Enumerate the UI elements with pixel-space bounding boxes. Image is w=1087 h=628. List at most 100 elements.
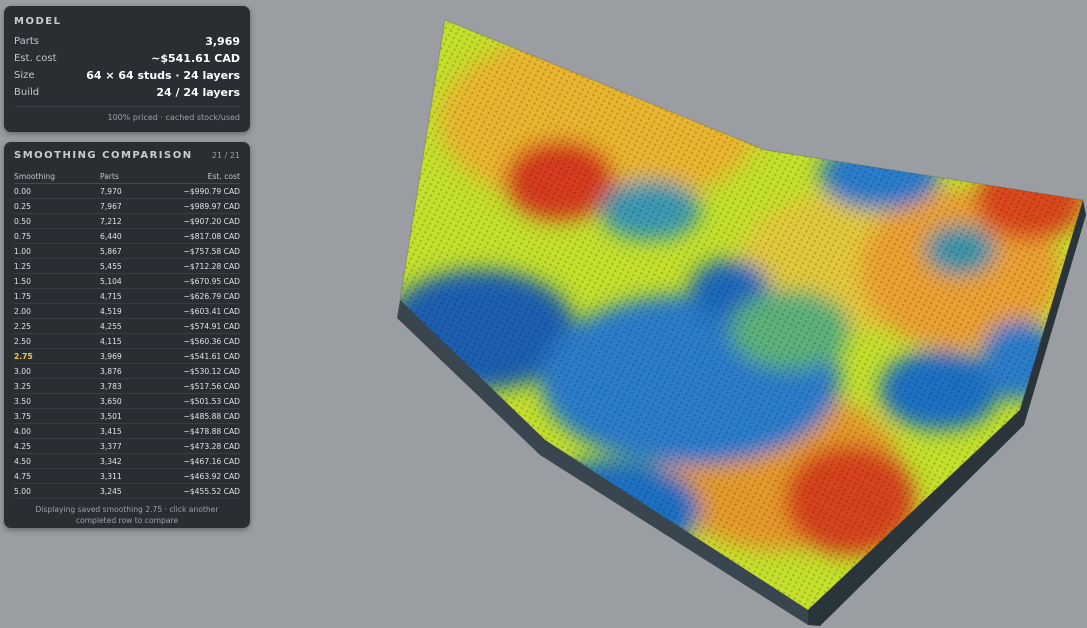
- cost-cell: ~$603.41 CAD: [170, 303, 240, 319]
- cost-cell: ~$989.97 CAD: [170, 198, 240, 214]
- stat-row-parts: Parts 3,969: [14, 33, 240, 50]
- parts-cell: 3,342: [100, 453, 170, 469]
- table-row[interactable]: 4.75 3,311 ~$463.92 CAD: [14, 468, 240, 484]
- table-row[interactable]: 4.25 3,377 ~$473.28 CAD: [14, 438, 240, 454]
- table-row[interactable]: 1.75 4,715 ~$626.79 CAD: [14, 288, 240, 304]
- parts-cell: 4,519: [100, 303, 170, 319]
- table-row[interactable]: 3.75 3,501 ~$485.88 CAD: [14, 408, 240, 424]
- cost-cell: ~$990.79 CAD: [170, 183, 240, 199]
- cost-cell: ~$757.58 CAD: [170, 243, 240, 259]
- stat-label: Parts: [14, 36, 39, 47]
- cost-cell: ~$517.56 CAD: [170, 378, 240, 394]
- parts-cell: 4,115: [100, 333, 170, 349]
- smoothing-cell: 2.75: [14, 348, 100, 364]
- parts-cell: 3,245: [100, 483, 170, 499]
- stat-value: 3,969: [205, 35, 240, 48]
- cost-cell: ~$541.61 CAD: [170, 348, 240, 364]
- table-row[interactable]: 2.00 4,519 ~$603.41 CAD: [14, 303, 240, 319]
- column-header-smoothing: Smoothing: [14, 170, 100, 184]
- parts-cell: 5,867: [100, 243, 170, 259]
- divider: [14, 106, 240, 107]
- smoothing-cell: 3.50: [14, 393, 100, 409]
- cost-cell: ~$455.52 CAD: [170, 483, 240, 499]
- smoothing-cell: 4.50: [14, 453, 100, 469]
- smoothing-cell: 4.75: [14, 468, 100, 484]
- parts-cell: 7,970: [100, 183, 170, 199]
- smoothing-cell: 5.00: [14, 483, 100, 499]
- parts-cell: 3,650: [100, 393, 170, 409]
- stat-row-cost: Est. cost ~$541.61 CAD: [14, 50, 240, 67]
- table-row[interactable]: 1.50 5,104 ~$670.95 CAD: [14, 273, 240, 289]
- smoothing-cell: 1.75: [14, 288, 100, 304]
- table-row[interactable]: 2.75 3,969 ~$541.61 CAD: [14, 348, 240, 364]
- smoothing-header: SMOOTHING COMPARISON 21 / 21: [14, 150, 240, 161]
- table-row[interactable]: 4.50 3,342 ~$467.16 CAD: [14, 453, 240, 469]
- smoothing-cell: 0.00: [14, 183, 100, 199]
- cost-cell: ~$712.28 CAD: [170, 258, 240, 274]
- pricing-note: 100% priced · cached stock/used: [107, 113, 240, 122]
- model-panel: MODEL Parts 3,969 Est. cost ~$541.61 CAD…: [4, 6, 250, 132]
- smoothing-comparison-panel: SMOOTHING COMPARISON 21 / 21 Smoothing P…: [4, 142, 250, 528]
- table-header-row: Smoothing Parts Est. cost: [14, 170, 240, 184]
- parts-cell: 4,715: [100, 288, 170, 304]
- table-row[interactable]: 2.50 4,115 ~$560.36 CAD: [14, 333, 240, 349]
- cost-cell: ~$560.36 CAD: [170, 333, 240, 349]
- smoothing-cell: 3.75: [14, 408, 100, 424]
- smoothing-panel-title: SMOOTHING COMPARISON: [14, 150, 193, 161]
- smoothing-cell: 0.25: [14, 198, 100, 214]
- table-row[interactable]: 3.00 3,876 ~$530.12 CAD: [14, 363, 240, 379]
- terrain-model[interactable]: [260, 0, 1087, 628]
- parts-cell: 5,455: [100, 258, 170, 274]
- column-header-cost: Est. cost: [170, 170, 240, 184]
- stat-value: ~$541.61 CAD: [151, 52, 240, 65]
- parts-cell: 4,255: [100, 318, 170, 334]
- parts-cell: 7,212: [100, 213, 170, 229]
- table-row[interactable]: 1.25 5,455 ~$712.28 CAD: [14, 258, 240, 274]
- stat-row-size: Size 64 × 64 studs · 24 layers: [14, 67, 240, 84]
- table-row[interactable]: 3.25 3,783 ~$517.56 CAD: [14, 378, 240, 394]
- table-row[interactable]: 0.75 6,440 ~$817.08 CAD: [14, 228, 240, 244]
- smoothing-footer-note: Displaying saved smoothing 2.75 · click …: [35, 505, 219, 525]
- parts-cell: 3,415: [100, 423, 170, 439]
- smoothing-cell: 3.25: [14, 378, 100, 394]
- table-row[interactable]: 1.00 5,867 ~$757.58 CAD: [14, 243, 240, 259]
- table-row[interactable]: 2.25 4,255 ~$574.91 CAD: [14, 318, 240, 334]
- stat-row-build: Build 24 / 24 layers: [14, 84, 240, 101]
- cost-cell: ~$530.12 CAD: [170, 363, 240, 379]
- smoothing-table-body: 0.00 7,970 ~$990.79 CAD 0.25 7,967 ~$989.97 C…: [14, 183, 240, 499]
- cost-cell: ~$485.88 CAD: [170, 408, 240, 424]
- model-panel-title: MODEL: [14, 16, 62, 27]
- completed-count: 21 / 21: [211, 151, 240, 160]
- parts-cell: 3,783: [100, 378, 170, 394]
- smoothing-table: Smoothing Parts Est. cost 0.00 7,970 ~$990…: [14, 170, 240, 499]
- parts-cell: 5,104: [100, 273, 170, 289]
- smoothing-cell: 4.00: [14, 423, 100, 439]
- parts-cell: 3,501: [100, 408, 170, 424]
- table-row[interactable]: 0.25 7,967 ~$989.97 CAD: [14, 198, 240, 214]
- model-stats: Parts 3,969 Est. cost ~$541.61 CAD Size …: [14, 33, 240, 101]
- parts-cell: 7,967: [100, 198, 170, 214]
- terrain-viewport[interactable]: [260, 0, 1087, 628]
- stat-label: Est. cost: [14, 53, 57, 64]
- cost-cell: ~$478.88 CAD: [170, 423, 240, 439]
- table-row[interactable]: 0.50 7,212 ~$907.20 CAD: [14, 213, 240, 229]
- parts-cell: 3,311: [100, 468, 170, 484]
- table-row[interactable]: 0.00 7,970 ~$990.79 CAD: [14, 183, 240, 199]
- cost-cell: ~$467.16 CAD: [170, 453, 240, 469]
- parts-cell: 3,377: [100, 438, 170, 454]
- stat-label: Size: [14, 70, 35, 81]
- parts-cell: 6,440: [100, 228, 170, 244]
- parts-cell: 3,969: [100, 348, 170, 364]
- smoothing-cell: 2.00: [14, 303, 100, 319]
- cost-cell: ~$574.91 CAD: [170, 318, 240, 334]
- smoothing-cell: 0.75: [14, 228, 100, 244]
- cost-cell: ~$501.53 CAD: [170, 393, 240, 409]
- smoothing-cell: 1.00: [14, 243, 100, 259]
- column-header-parts: Parts: [100, 170, 170, 184]
- smoothing-cell: 0.50: [14, 213, 100, 229]
- table-row[interactable]: 3.50 3,650 ~$501.53 CAD: [14, 393, 240, 409]
- table-row[interactable]: 5.00 3,245 ~$455.52 CAD: [14, 483, 240, 499]
- cost-cell: ~$670.95 CAD: [170, 273, 240, 289]
- cost-cell: ~$626.79 CAD: [170, 288, 240, 304]
- table-row[interactable]: 4.00 3,415 ~$478.88 CAD: [14, 423, 240, 439]
